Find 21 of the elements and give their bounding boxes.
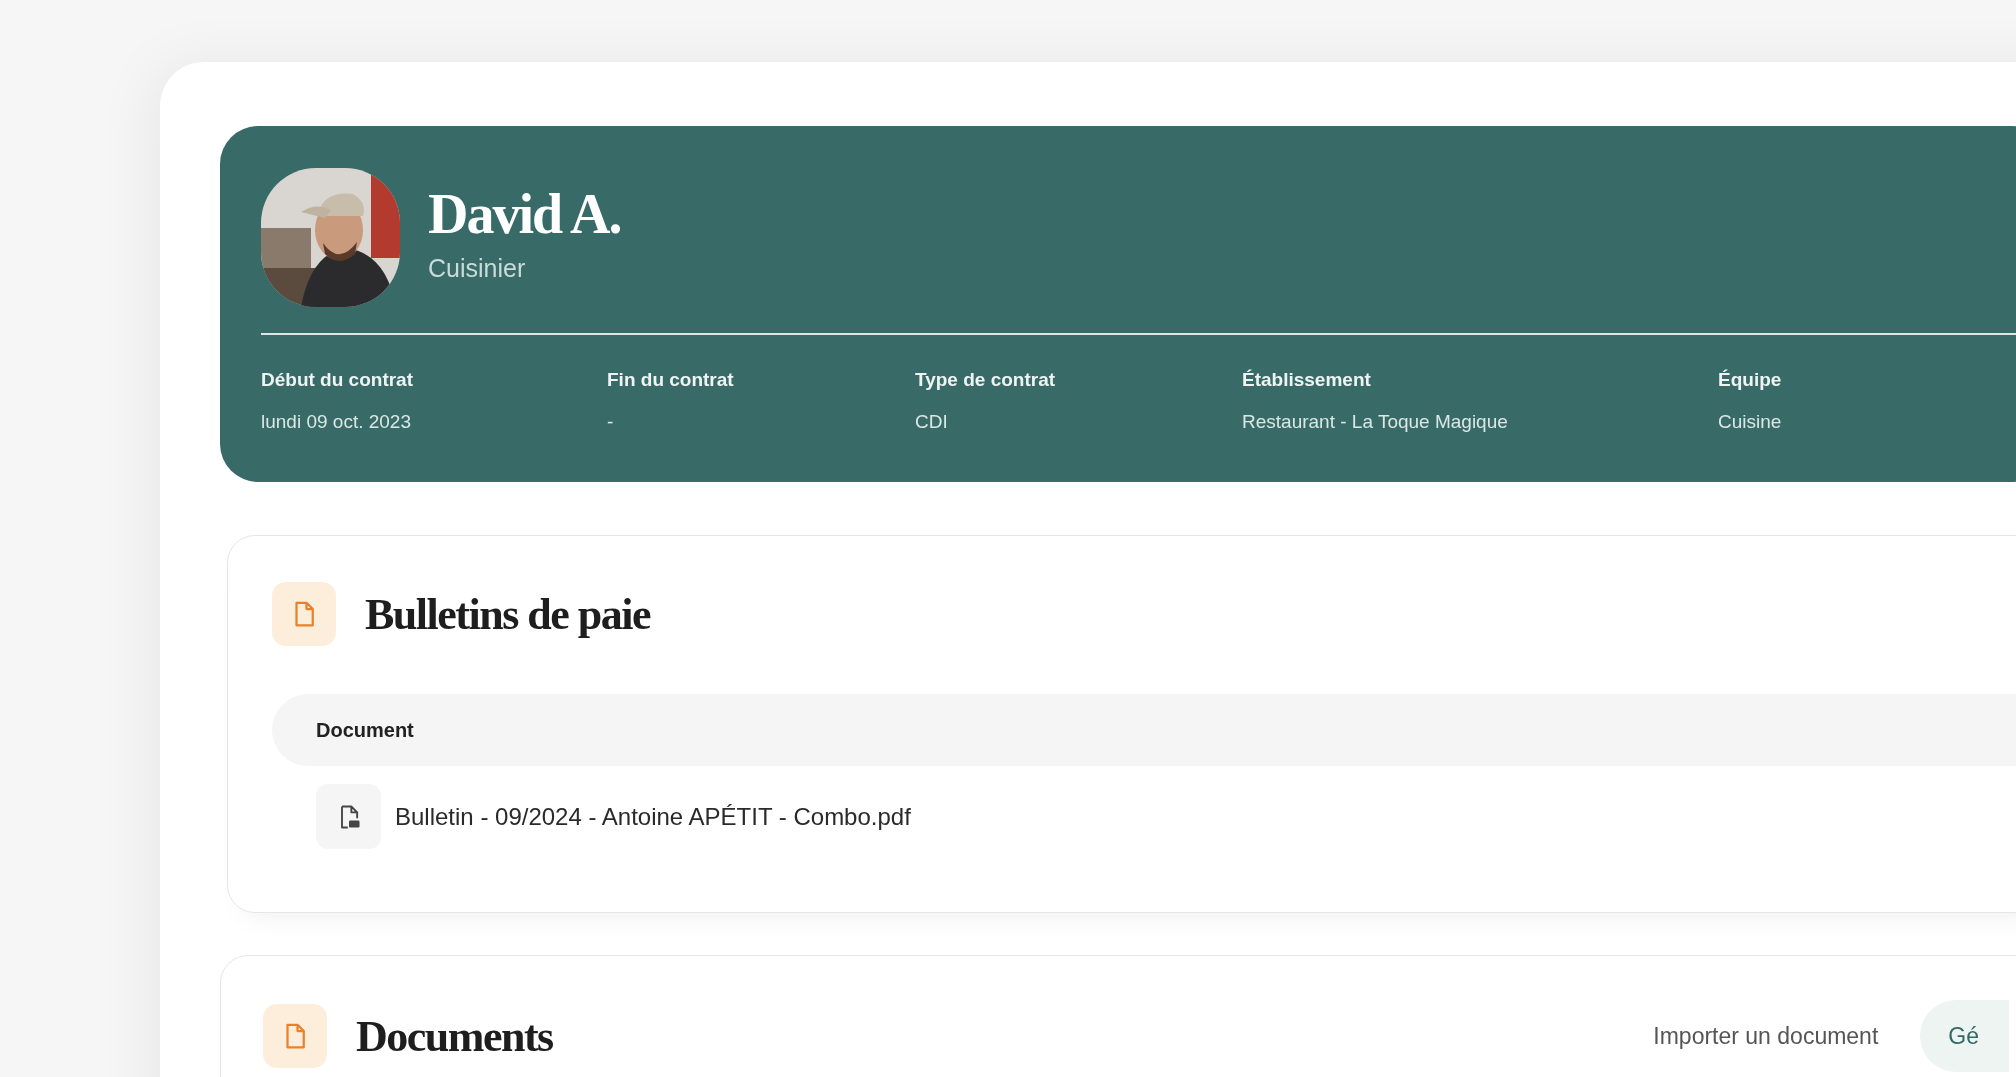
field-value: lundi 09 oct. 2023 xyxy=(261,411,412,433)
pdf-file-icon xyxy=(316,784,381,849)
document-link[interactable]: Bulletin - 09/2024 - Antoine APÉTIT - Combo.pdf xyxy=(395,802,911,831)
field-label: Établissement xyxy=(1242,369,1372,391)
field-value: CDI xyxy=(915,411,949,433)
job-title: Cuisinier xyxy=(428,253,527,283)
document-icon xyxy=(263,1004,327,1068)
employee-name: David A. xyxy=(428,184,621,246)
generate-button[interactable]: Gé xyxy=(1920,1000,2009,1072)
import-document-link[interactable]: Importer un document xyxy=(1653,1022,1879,1050)
field-label: Début du contrat xyxy=(261,369,414,391)
field-label: Équipe xyxy=(1718,369,1782,391)
section-title: Documents xyxy=(356,1010,553,1062)
column-header: Document xyxy=(316,718,414,742)
field-value: - xyxy=(607,411,615,433)
field-label: Type de contrat xyxy=(915,369,1057,391)
section-title: Bulletins de paie xyxy=(365,588,650,640)
document-icon xyxy=(272,582,336,646)
field-label: Fin du contrat xyxy=(607,369,735,391)
field-value: Restaurant - La Toque Magique xyxy=(1242,411,1509,433)
field-value: Cuisine xyxy=(1718,411,1782,433)
